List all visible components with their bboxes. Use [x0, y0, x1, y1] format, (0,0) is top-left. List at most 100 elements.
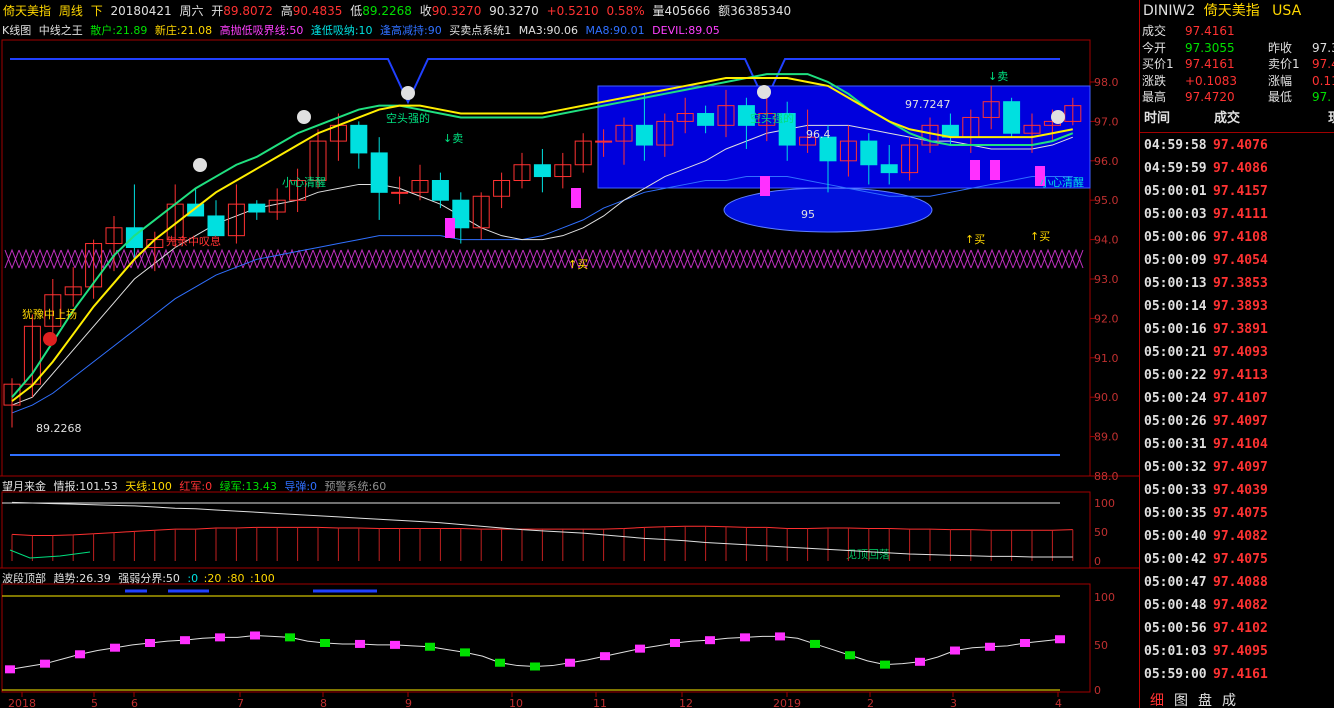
candle-body [391, 191, 409, 194]
candle-body [431, 180, 449, 201]
quote-value: 97.3 [1312, 40, 1334, 55]
chart-annotation: ↓卖 [443, 132, 463, 145]
sub2-marker [880, 660, 890, 669]
sidebar-market: USA [1272, 3, 1302, 19]
sub2-marker [320, 639, 330, 647]
sidebar-symbol: DINIW2 [1143, 3, 1196, 19]
sub-axis-label: 0 [1094, 555, 1101, 568]
tick-price: 97.4088 [1213, 575, 1268, 590]
sidebar-tab[interactable]: 盘 [1198, 690, 1212, 708]
tick-time: 05:00:13 [1144, 276, 1207, 291]
sub2-marker [670, 639, 680, 647]
quote-sidebar: DINIW2 倚天美指 USA 成交 97.4161 今开 97.3055 昨收 97.3… [1139, 0, 1334, 708]
tick-price: 97.4039 [1213, 483, 1268, 498]
tick-time: 05:00:14 [1144, 299, 1207, 314]
sub2-marker [845, 651, 855, 660]
sub-axis-label: 50 [1094, 526, 1108, 539]
tick-time: 05:00:01 [1144, 184, 1207, 199]
candle-body [860, 140, 878, 166]
sidebar-tab[interactable]: 图 [1174, 690, 1188, 708]
tick-time: 05:00:06 [1144, 230, 1207, 245]
tick-price: 97.4054 [1213, 253, 1268, 268]
tick-price: 97.4111 [1213, 207, 1268, 222]
sub2-marker [985, 642, 995, 651]
sub2-marker [40, 659, 50, 668]
tick-time: 05:00:21 [1144, 345, 1207, 360]
signal-marker [970, 160, 980, 180]
sub2-marker [915, 657, 925, 666]
quote-label: 昨收 [1268, 40, 1293, 55]
signal-marker [760, 176, 770, 196]
quote-label: 卖价1 [1268, 57, 1300, 71]
x-axis-label: 7 [237, 697, 244, 708]
tick-price: 97.4157 [1213, 184, 1268, 199]
tick-time: 05:00:03 [1144, 207, 1207, 222]
sub2-marker [530, 662, 540, 671]
chart-annotation: 空头强的 [750, 111, 794, 125]
sub2-marker [1055, 635, 1065, 644]
tick-price: 97.4104 [1213, 437, 1268, 452]
main-axis-label: 95.0 [1094, 194, 1119, 207]
candle-body [1003, 101, 1021, 134]
tick-time: 05:00:16 [1144, 322, 1207, 337]
sidebar-tabs: 细图盘成 [1150, 690, 1246, 708]
x-axis-label: 12 [679, 697, 693, 708]
chart-annotation: 97.7247 [905, 98, 951, 111]
sub2-marker [565, 658, 575, 667]
sub2-marker [705, 636, 715, 645]
x-axis-label: 2018 [8, 697, 36, 708]
tick-time: 05:00:22 [1144, 368, 1207, 383]
chart-annotation: 见顶回落 [846, 548, 890, 561]
quote-value: 97.4161 [1185, 57, 1235, 71]
tick-time: 05:00:40 [1144, 529, 1207, 544]
tick-price: 97.4108 [1213, 230, 1268, 245]
quote-value: 97.4 [1312, 57, 1334, 71]
sub2-marker [425, 642, 435, 651]
ticks-header-price: 成交 [1214, 111, 1241, 126]
smiley-icon [193, 158, 207, 172]
quote-label: 涨跌 [1142, 73, 1167, 88]
main-axis-label: 96.0 [1094, 155, 1119, 168]
main-axis-label: 94.0 [1094, 234, 1119, 247]
sub2-marker [495, 658, 505, 667]
sidebar-tab[interactable]: 成 [1222, 690, 1236, 708]
tick-time: 05:00:42 [1144, 552, 1207, 567]
tick-time: 04:59:58 [1144, 138, 1207, 153]
chart-annotation: 空头强的 [386, 111, 430, 125]
quote-label: 最高 [1142, 90, 1167, 104]
tick-price: 97.4082 [1213, 598, 1268, 613]
chart-annotation: 95 [801, 208, 815, 221]
signal-marker [445, 218, 455, 238]
quote-label: 最低 [1268, 90, 1293, 104]
chart-annotation: 89.2268 [36, 422, 82, 435]
quote-value: 97.4720 [1185, 90, 1235, 104]
kline-chart[interactable]: 98.0 97.0 96.0 95.0 94.0 93.0 92.0 91.0 90.0 89.0… [0, 0, 1139, 708]
main-axis-label: 92.0 [1094, 312, 1119, 325]
tick-price: 97.4107 [1213, 391, 1268, 406]
ticks-header-extra: 现 [1328, 111, 1334, 127]
x-axis-label: 2019 [773, 697, 801, 708]
quote-value: 0.11 [1312, 73, 1334, 88]
sub-axis-label: 50 [1094, 639, 1108, 652]
chart-annotation: 小心清醒 [1040, 176, 1084, 189]
ticks-header-time: 时间 [1144, 111, 1171, 126]
x-axis-label: 6 [131, 697, 138, 708]
sub2-marker [110, 643, 120, 652]
tick-time: 05:00:31 [1144, 437, 1207, 452]
tick-time: 05:00:32 [1144, 460, 1207, 475]
sub2-marker [5, 665, 15, 674]
tick-price: 97.4161 [1213, 667, 1268, 682]
tick-time: 05:00:24 [1144, 391, 1207, 406]
chart-annotation: 96.4 [806, 128, 831, 141]
chart-annotation: ↓卖 [988, 70, 1008, 83]
sub2-marker [600, 652, 610, 661]
sub2-marker [215, 633, 225, 642]
candle-body [370, 152, 388, 193]
candle-body [452, 199, 470, 229]
main-axis-label: 91.0 [1094, 352, 1119, 365]
main-axis-label: 88.0 [1094, 470, 1119, 483]
chart-annotation: 小心清醒 [282, 176, 326, 189]
sidebar-name: 倚天美指 [1203, 3, 1260, 19]
sidebar-tab[interactable]: 细 [1150, 690, 1164, 708]
sub2-marker [390, 640, 400, 649]
